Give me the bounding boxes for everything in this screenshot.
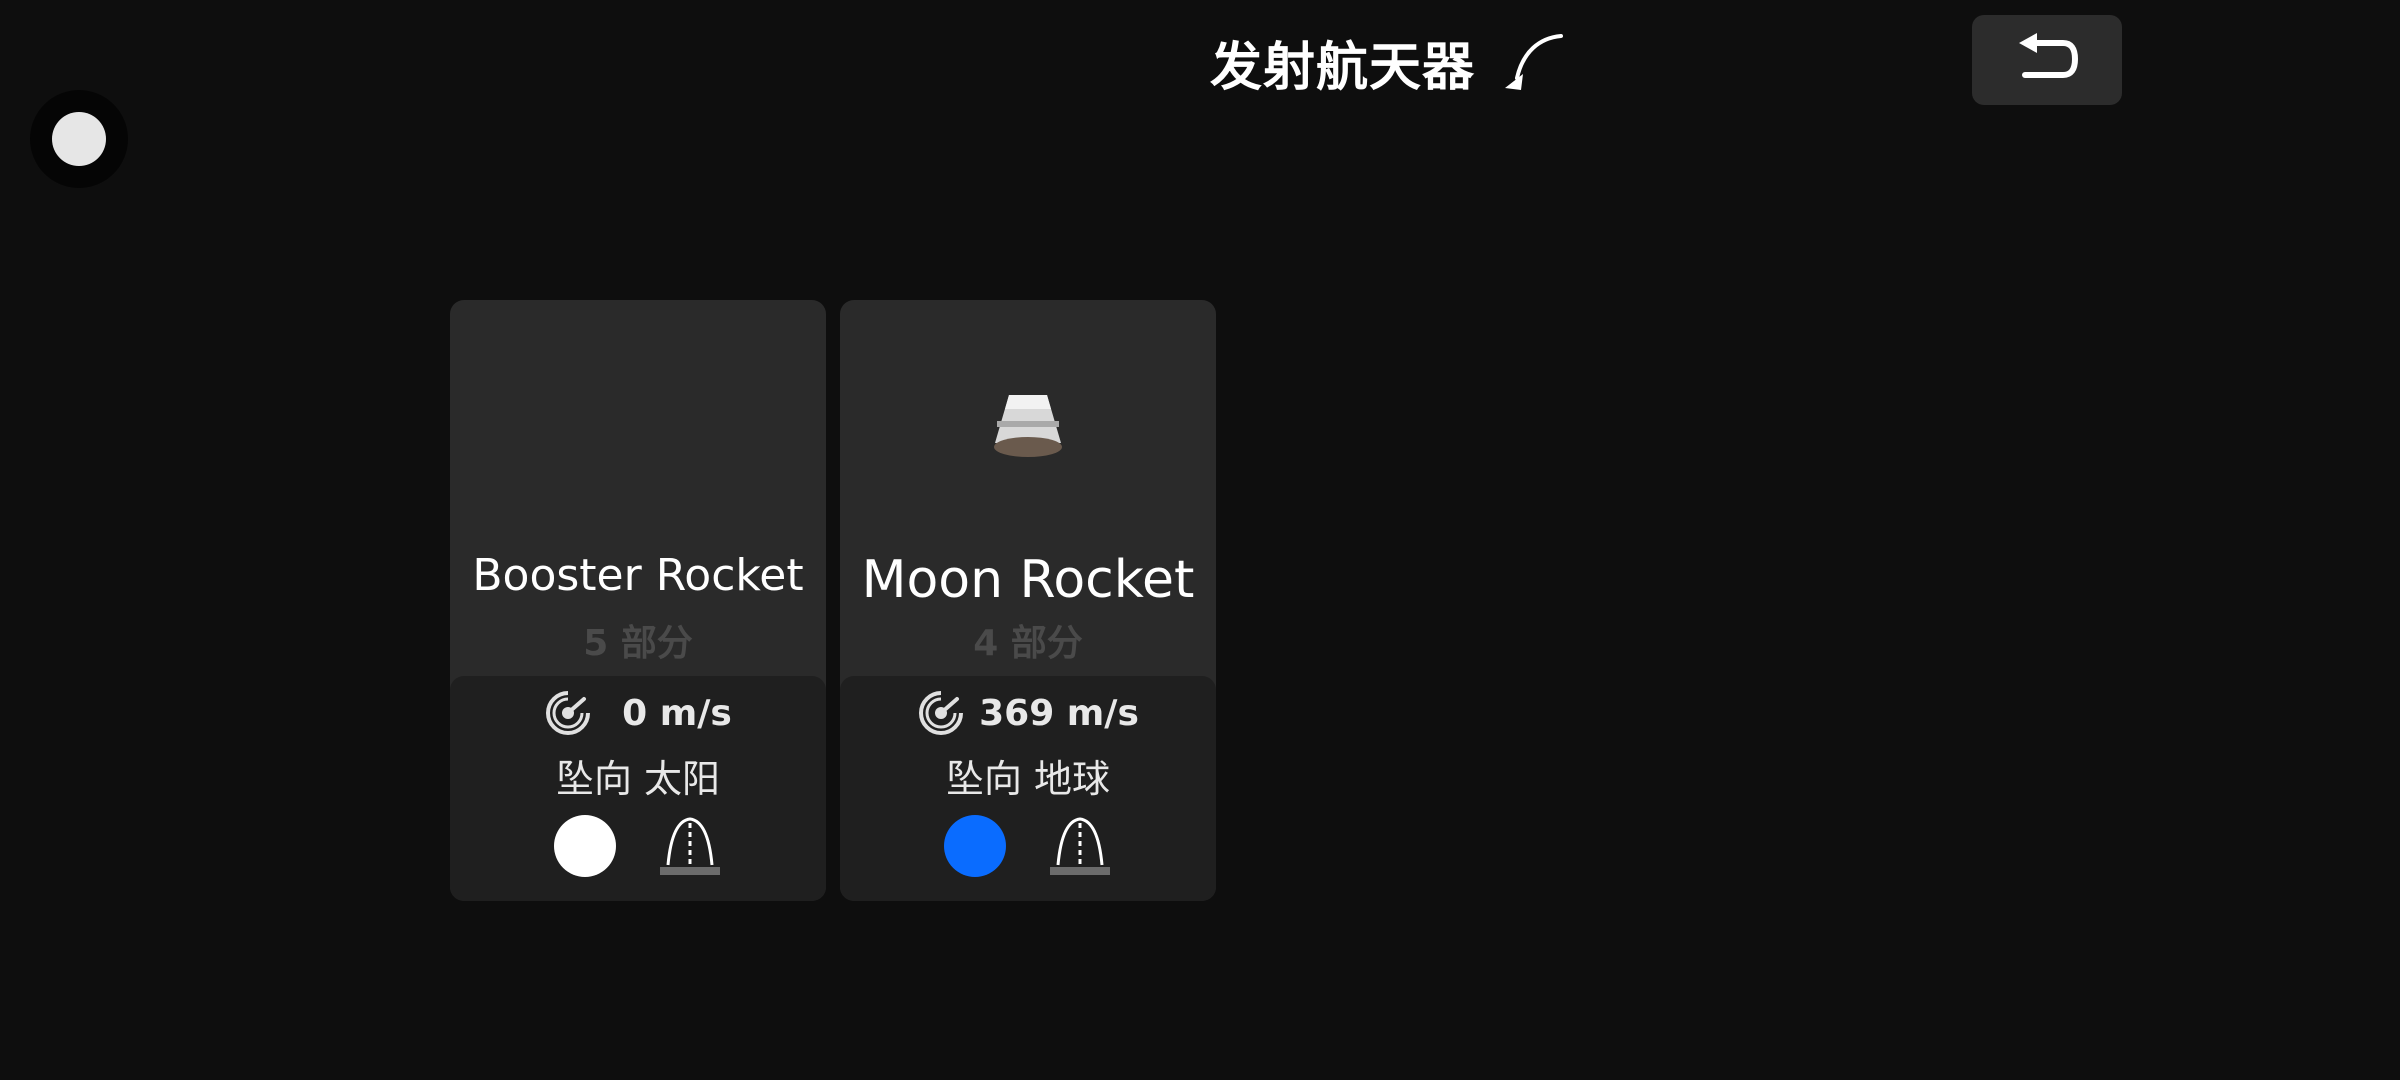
- speedometer-icon: [546, 691, 591, 735]
- speed-row: 0 m/s: [450, 688, 826, 738]
- craft-preview: [450, 340, 826, 510]
- craft-parts-count: 5 部分: [583, 623, 693, 664]
- craft-actions-row: [450, 814, 826, 878]
- craft-card-booster-rocket[interactable]: Booster Rocket 5 部分 0 m/s 坠向 太阳: [450, 300, 826, 901]
- craft-info-panel: 369 m/s 坠向 地球: [840, 676, 1216, 901]
- launchpad-icon[interactable]: [1048, 815, 1112, 877]
- speed-row: 369 m/s: [840, 688, 1216, 738]
- craft-name: Booster Rocket: [472, 550, 804, 601]
- header: 发射航天器: [1210, 22, 1565, 102]
- launch-screen: 发射航天器 Booster Rocket 5 部分 0 m/s 坠向 太阳 Mo…: [0, 0, 2400, 1080]
- craft-actions-row: [840, 814, 1216, 878]
- earth-icon[interactable]: [944, 815, 1006, 877]
- craft-falling-status: 坠向 太阳: [555, 757, 721, 801]
- craft-card-moon-rocket[interactable]: Moon Rocket 4 部分 369 m/s 坠向 地球: [840, 300, 1216, 901]
- craft-parts-count: 4 部分: [973, 623, 1083, 664]
- craft-name: Moon Rocket: [861, 550, 1195, 610]
- page-title: 发射航天器: [1210, 37, 1476, 98]
- launch-arc-icon: [1505, 34, 1564, 90]
- circle-toggle-button[interactable]: [30, 90, 128, 188]
- launchpad-icon[interactable]: [658, 815, 722, 877]
- craft-info-panel: 0 m/s 坠向 太阳: [450, 676, 826, 901]
- craft-falling-status: 坠向 地球: [945, 757, 1111, 801]
- back-button[interactable]: [1972, 15, 2122, 105]
- craft-preview: [840, 340, 1216, 510]
- craft-speed: 369 m/s: [979, 692, 1139, 734]
- capsule-icon: [994, 395, 1062, 457]
- undo-arrow-icon: [2019, 33, 2079, 78]
- craft-speed: 0 m/s: [622, 692, 732, 734]
- speedometer-icon: [919, 691, 964, 735]
- circle-toggle-icon: [52, 112, 106, 166]
- sun-icon[interactable]: [554, 815, 616, 877]
